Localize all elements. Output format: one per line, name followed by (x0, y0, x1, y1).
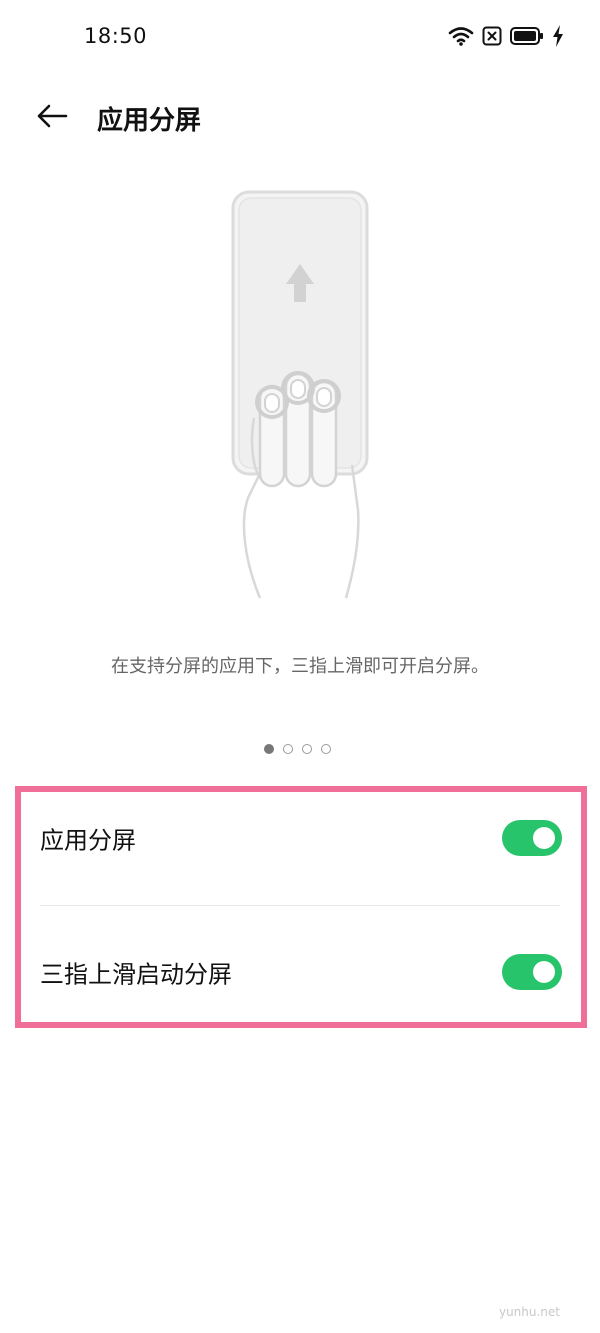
three-finger-swipe-illustration (220, 180, 380, 600)
toggle-knob (533, 827, 555, 849)
arrow-left-icon (36, 104, 68, 132)
app-split-screen-toggle[interactable] (502, 820, 562, 856)
wifi-icon (448, 26, 474, 50)
page-dot-1[interactable] (264, 744, 274, 754)
watermark: yunhu.net (498, 1305, 560, 1319)
setting-label: 应用分屏 (40, 826, 136, 855)
page-dot-2[interactable] (283, 744, 293, 754)
charging-bolt-icon (552, 25, 564, 51)
status-icons (448, 24, 564, 52)
page-title: 应用分屏 (97, 106, 202, 136)
status-time: 18:50 (84, 24, 148, 48)
back-button[interactable] (32, 98, 72, 138)
setting-row-three-finger-swipe[interactable]: 三指上滑启动分屏 (40, 942, 562, 1002)
page-indicator[interactable] (264, 744, 331, 754)
tutorial-description: 在支持分屏的应用下，三指上滑即可开启分屏。 (111, 656, 489, 677)
sim-error-icon (482, 26, 502, 50)
header: 应用分屏 (0, 76, 600, 164)
status-bar: 18:50 (0, 0, 600, 76)
row-divider (40, 905, 560, 906)
three-finger-swipe-toggle[interactable] (502, 954, 562, 990)
battery-icon (510, 26, 544, 50)
toggle-knob (533, 961, 555, 983)
page-dot-4[interactable] (321, 744, 331, 754)
setting-row-app-split-screen[interactable]: 应用分屏 (40, 808, 562, 868)
page-dot-3[interactable] (302, 744, 312, 754)
setting-label: 三指上滑启动分屏 (40, 960, 232, 989)
